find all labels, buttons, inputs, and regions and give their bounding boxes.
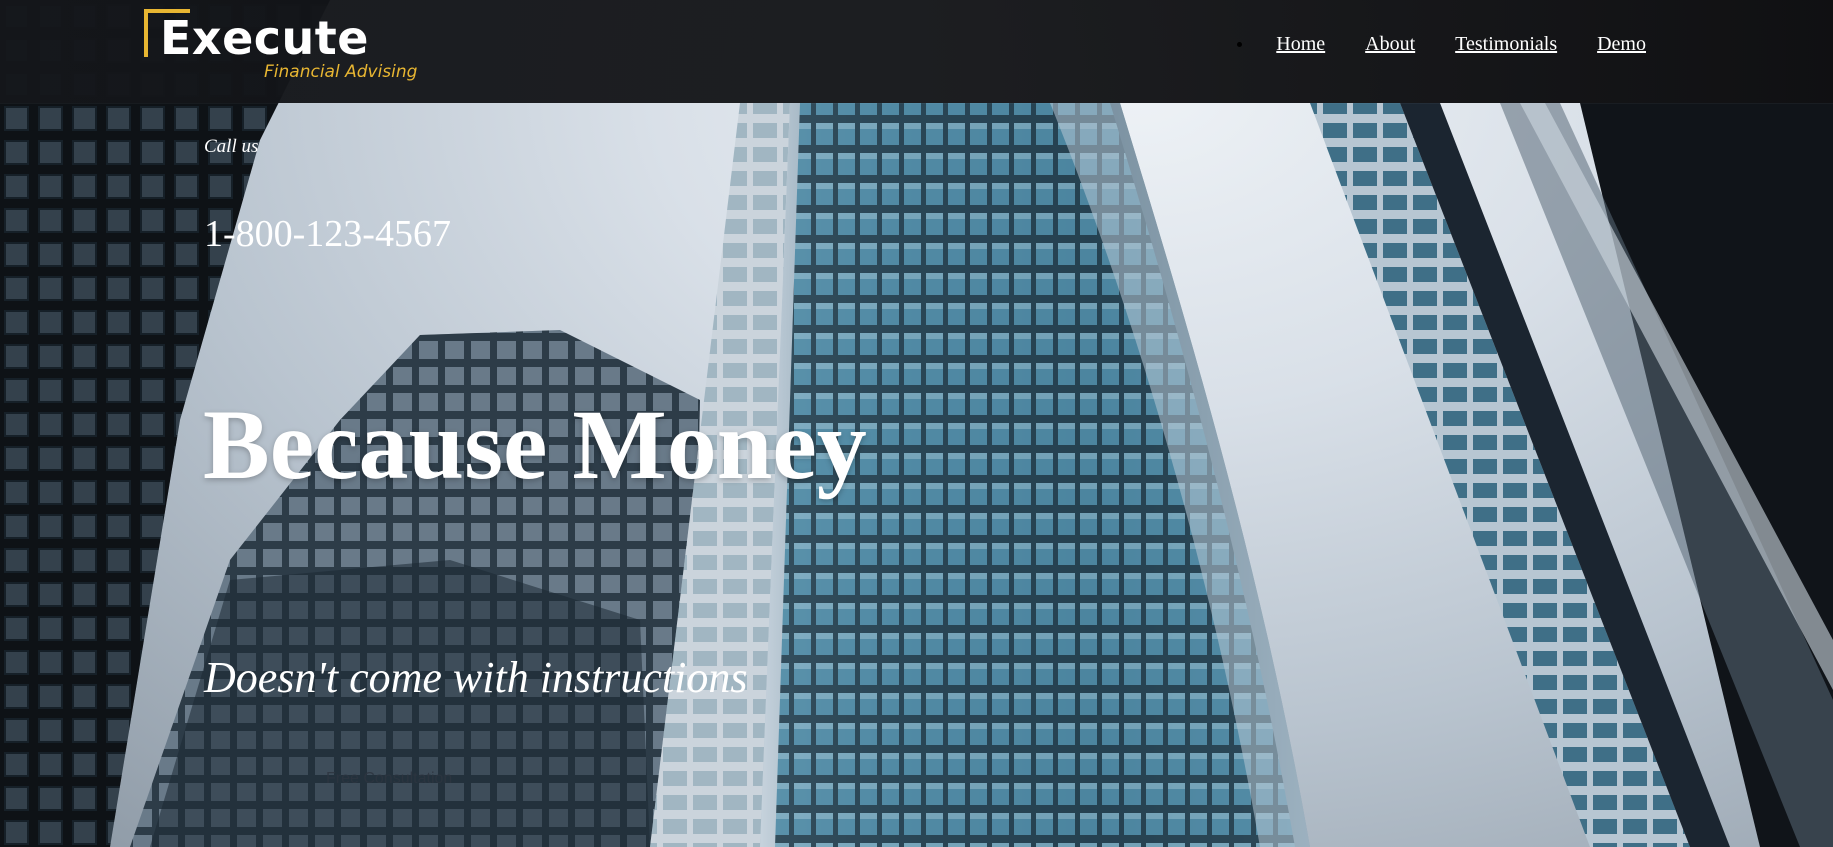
nav-link-about[interactable]: About: [1365, 34, 1415, 54]
brand-logo[interactable]: Execute Financial Advising: [144, 9, 418, 89]
main-nav: Home About Testimonials Demo: [1237, 34, 1646, 54]
nav-link-demo[interactable]: Demo: [1597, 34, 1646, 54]
brand-tagline: Financial Advising: [264, 62, 418, 82]
call-us-label: Call us: [204, 136, 259, 157]
free-consultation-button[interactable]: Free Consultation: [326, 770, 452, 788]
list-bullet-icon: [1237, 41, 1243, 47]
phone-number[interactable]: 1-800-123-4567: [204, 212, 451, 256]
nav-link-testimonials[interactable]: Testimonials: [1455, 34, 1557, 54]
hero-title: Because Money: [203, 389, 867, 500]
site-header: Execute Financial Advising Home About Te…: [0, 0, 1833, 103]
nav-link-home[interactable]: Home: [1276, 34, 1325, 54]
hero-subtitle: Doesn't come with instructions: [204, 653, 748, 702]
brand-name: Execute: [160, 11, 369, 65]
landing-page: Execute Financial Advising Home About Te…: [0, 0, 1833, 847]
